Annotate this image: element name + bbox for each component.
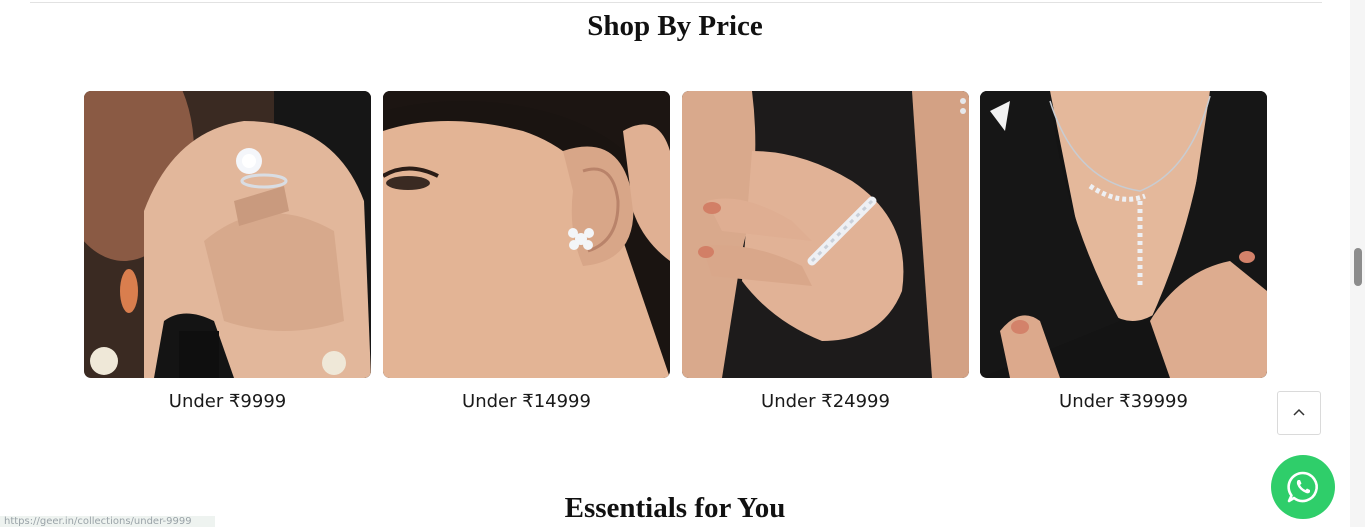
price-card-label[interactable]: Under ₹9999 (84, 391, 371, 412)
whatsapp-icon (1287, 471, 1318, 503)
price-card-under-24999[interactable]: Under ₹24999 (682, 91, 969, 421)
status-bar-url: https://geer.in/collections/under-9999 (0, 516, 215, 527)
section-title-shop-by-price: Shop By Price (587, 10, 763, 42)
price-card-label[interactable]: Under ₹14999 (383, 391, 670, 412)
price-card-image[interactable] (980, 91, 1267, 378)
chevron-up-icon (1293, 408, 1305, 416)
price-category-grid: Under ₹9999 Under ₹14999 Under ₹24999 Un… (84, 91, 1267, 421)
price-card-label[interactable]: Under ₹24999 (682, 391, 969, 412)
price-card-image[interactable] (84, 91, 371, 378)
page-scrollbar[interactable] (1350, 0, 1365, 527)
price-card-under-9999[interactable]: Under ₹9999 (84, 91, 371, 421)
whatsapp-chat-button[interactable] (1271, 455, 1335, 519)
price-card-under-39999[interactable]: Under ₹39999 (980, 91, 1267, 421)
header-divider (30, 0, 1322, 3)
price-card-image[interactable] (682, 91, 969, 378)
price-card-under-14999[interactable]: Under ₹14999 (383, 91, 670, 421)
scroll-to-top-button[interactable] (1277, 391, 1321, 435)
price-card-image[interactable] (383, 91, 670, 378)
price-card-label[interactable]: Under ₹39999 (980, 391, 1267, 412)
scrollbar-thumb[interactable] (1354, 248, 1362, 286)
